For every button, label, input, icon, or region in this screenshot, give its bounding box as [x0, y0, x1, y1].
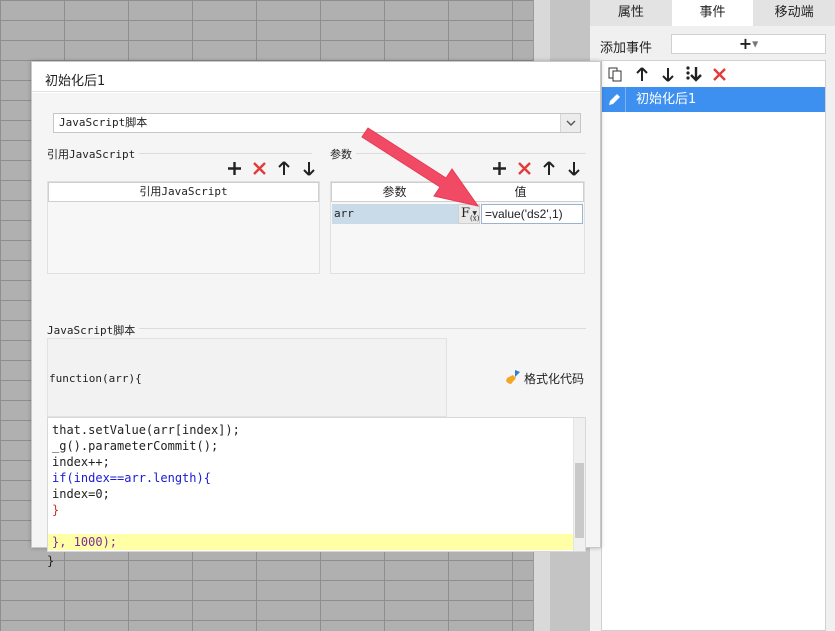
- ref-section-title: 引用JavaScript: [47, 146, 140, 162]
- code-line: index++;: [52, 455, 110, 469]
- dialog-header: 初始化后1: [32, 62, 600, 92]
- copy-icon[interactable]: [606, 65, 625, 84]
- delete-icon[interactable]: [710, 65, 729, 84]
- function-signature: function(arr){: [49, 372, 142, 385]
- event-item-label: 初始化后1: [636, 92, 697, 107]
- properties-panel: 属性 事件 移动端 添加事件 +▼ 初始化后1: [590, 0, 835, 631]
- format-code-button[interactable]: 格式化代码: [505, 369, 584, 388]
- move-down-param-button[interactable]: [566, 160, 582, 176]
- ref-table-header: 引用JavaScript: [48, 182, 319, 202]
- param-name-header: 参数: [331, 182, 458, 202]
- chevron-down-icon: ▼: [752, 39, 759, 49]
- chevron-down-icon: ▼: [472, 210, 477, 217]
- add-event-button[interactable]: +▼: [671, 34, 826, 54]
- param-section-title: 参数: [330, 146, 356, 162]
- scroll-thumb[interactable]: [575, 463, 584, 538]
- tab-properties[interactable]: 属性: [590, 0, 672, 26]
- format-code-label: 格式化代码: [524, 372, 585, 386]
- add-ref-button[interactable]: [226, 160, 242, 176]
- add-event-row: 添加事件 +▼: [590, 32, 835, 56]
- event-toolbar: [602, 61, 825, 87]
- add-param-button[interactable]: [491, 160, 507, 176]
- tab-events[interactable]: 事件: [671, 0, 754, 26]
- param-name-cell[interactable]: arr: [332, 204, 458, 224]
- code-line: index=0;: [52, 487, 110, 501]
- delete-ref-button[interactable]: [251, 160, 267, 176]
- script-section-title: JavaScript脚本: [47, 322, 140, 338]
- tab-mobile[interactable]: 移动端: [753, 0, 835, 26]
- script-type-select[interactable]: JavaScript脚本: [53, 113, 581, 133]
- delete-param-button[interactable]: [516, 160, 532, 176]
- param-value-input[interactable]: =value('ds2',1): [481, 204, 583, 224]
- move-down-ref-button[interactable]: [301, 160, 317, 176]
- code-line: that.setValue(arr[index]);: [52, 423, 240, 437]
- move-down-icon[interactable]: [658, 65, 677, 84]
- plus-icon: +: [738, 34, 753, 53]
- code-line-highlighted: }, 1000);: [48, 534, 573, 550]
- chevron-down-icon[interactable]: [560, 114, 580, 132]
- param-value-header: 值: [457, 182, 584, 202]
- move-up-param-button[interactable]: [541, 160, 557, 176]
- editor-scrollbar[interactable]: [573, 418, 585, 551]
- event-item[interactable]: 初始化后1: [602, 87, 825, 112]
- divider: [330, 153, 586, 154]
- event-list: 初始化后1: [601, 60, 826, 631]
- add-event-label: 添加事件: [600, 41, 653, 56]
- edit-icon[interactable]: [602, 87, 626, 112]
- code-line: _g().parameterCommit();: [52, 439, 219, 453]
- ref-table: 引用JavaScript: [47, 181, 320, 274]
- closing-brace: }: [47, 554, 55, 568]
- script-type-value: JavaScript脚本: [59, 116, 148, 129]
- param-table: 参数 值 arr F(x) ▼ =value('ds2',1): [330, 181, 585, 274]
- move-up-ref-button[interactable]: [276, 160, 292, 176]
- move-up-icon[interactable]: [632, 65, 651, 84]
- broom-icon: [505, 369, 521, 388]
- move-bottom-icon[interactable]: [684, 65, 703, 84]
- code-line: }: [52, 503, 60, 517]
- dialog-title: 初始化后1: [45, 74, 106, 89]
- code-editor[interactable]: that.setValue(arr[index]); _g().paramete…: [47, 417, 586, 552]
- event-dialog: 初始化后1 JavaScript脚本 引用JavaScript 引用JavaSc…: [31, 61, 601, 568]
- dialog-body: JavaScript脚本 引用JavaScript 引用JavaScript 参…: [32, 93, 600, 568]
- formula-button[interactable]: F(x) ▼: [458, 204, 480, 224]
- panel-tabs: 属性 事件 移动端: [590, 0, 835, 26]
- function-signature-area: function(arr){: [47, 338, 447, 417]
- formula-icon: F: [461, 206, 471, 221]
- code-line: if(index==arr.length){: [52, 471, 211, 485]
